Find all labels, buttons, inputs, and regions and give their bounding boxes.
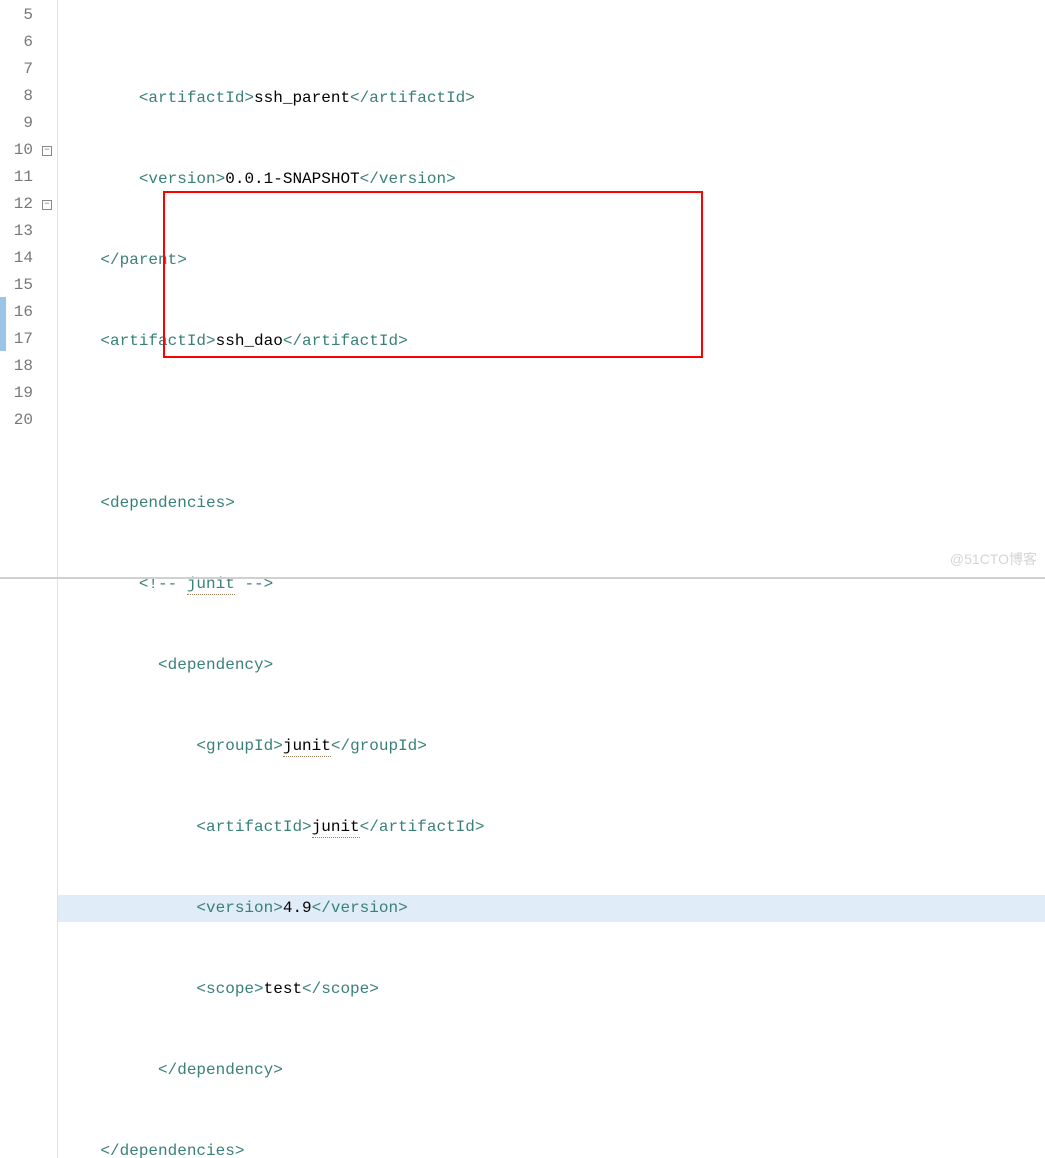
code-area[interactable]: <artifactId>ssh_parent</artifactId> <ver… [58,0,1045,1158]
xml-tag: <dependencies> [100,494,234,512]
fold-marker[interactable] [39,299,55,326]
code-line-highlighted[interactable]: <version>4.9</version> [58,895,1045,922]
fold-marker[interactable] [39,218,55,245]
code-line[interactable]: <groupId>junit</groupId> [58,733,1045,760]
xml-tag: <version> [139,170,225,188]
fold-minus-icon[interactable]: − [42,200,52,210]
change-marker [0,297,6,351]
fold-marker[interactable] [39,272,55,299]
xml-text: junit [312,818,360,838]
xml-tag: </artifactId> [283,332,408,350]
code-line[interactable]: <dependencies> [58,490,1045,517]
code-line[interactable]: <artifactId>ssh_dao</artifactId> [58,328,1045,355]
xml-text: ssh_dao [216,332,283,350]
xml-tag: <artifactId> [196,818,311,836]
fold-marker[interactable] [39,164,55,191]
code-line[interactable]: <artifactId>junit</artifactId> [58,814,1045,841]
code-line[interactable]: <!-- junit --> [58,571,1045,598]
code-line[interactable]: <scope>test</scope> [58,976,1045,1003]
fold-marker[interactable] [39,353,55,380]
xml-tag: <dependency> [158,656,273,674]
xml-tag: </dependencies> [100,1142,244,1158]
xml-text: junit [283,737,331,757]
xml-tag: </artifactId> [350,89,475,107]
xml-tag: </artifactId> [360,818,485,836]
fold-marker[interactable] [39,2,55,29]
fold-marker[interactable] [39,29,55,56]
xml-tag: </version> [312,899,408,917]
code-line[interactable]: <version>0.0.1-SNAPSHOT</version> [58,166,1045,193]
fold-marker[interactable]: − [39,137,55,164]
xml-text: ssh_parent [254,89,350,107]
xml-text: 4.9 [283,899,312,917]
fold-marker[interactable] [39,83,55,110]
xml-tag: </version> [360,170,456,188]
code-line[interactable]: </dependency> [58,1057,1045,1084]
fold-marker[interactable]: − [39,191,55,218]
xml-tag: <artifactId> [139,89,254,107]
xml-text: test [264,980,302,998]
fold-markers: − − [39,0,55,434]
fold-marker[interactable] [39,56,55,83]
line-number-gutter: 4 5 6 7 8 9 10 11 12 13 14 15 16 17 18 1… [0,0,58,1158]
xml-tag: </parent> [100,251,186,269]
fold-marker[interactable] [39,245,55,272]
xml-tag: <scope> [196,980,263,998]
xml-tag: <version> [196,899,282,917]
code-line[interactable]: <artifactId>ssh_parent</artifactId> [58,85,1045,112]
fold-marker[interactable] [39,380,55,407]
code-line[interactable]: </dependencies> [58,1138,1045,1158]
xml-tag: </scope> [302,980,379,998]
xml-tag: <groupId> [196,737,282,755]
code-line[interactable] [58,29,1045,31]
fold-marker[interactable] [39,110,55,137]
code-line[interactable]: </parent> [58,247,1045,274]
xml-tag: </dependency> [158,1061,283,1079]
watermark: @51CTO博客 [950,546,1037,573]
xml-text: 0.0.1-SNAPSHOT [225,170,359,188]
code-editor: 4 5 6 7 8 9 10 11 12 13 14 15 16 17 18 1… [0,0,1045,1158]
code-line[interactable] [58,409,1045,436]
xml-tag: <artifactId> [100,332,215,350]
fold-marker[interactable] [39,326,55,353]
fold-minus-icon[interactable]: − [42,146,52,156]
fold-marker[interactable] [39,407,55,434]
xml-tag: </groupId> [331,737,427,755]
code-line[interactable]: <dependency> [58,652,1045,679]
